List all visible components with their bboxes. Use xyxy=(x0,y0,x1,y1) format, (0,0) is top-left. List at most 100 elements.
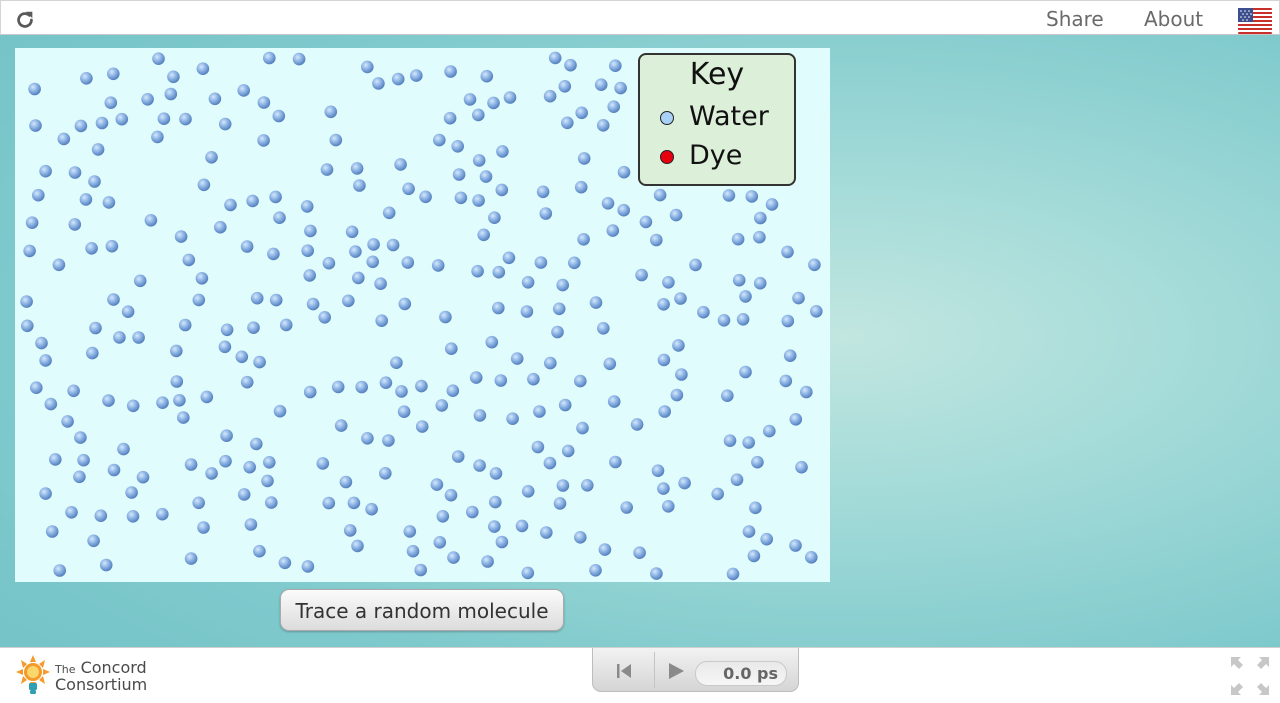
water-molecule[interactable] xyxy=(303,269,317,282)
water-molecule[interactable] xyxy=(589,564,602,577)
water-molecule[interactable] xyxy=(606,224,620,237)
water-molecule[interactable] xyxy=(214,220,227,234)
water-molecule[interactable] xyxy=(29,119,42,132)
water-molecule[interactable] xyxy=(318,311,332,324)
water-molecule[interactable] xyxy=(132,331,145,344)
water-molecule[interactable] xyxy=(184,552,198,565)
water-molecule[interactable] xyxy=(257,134,270,147)
water-molecule[interactable] xyxy=(220,323,234,337)
water-molecule[interactable] xyxy=(742,525,756,538)
water-molecule[interactable] xyxy=(265,496,278,509)
water-molecule[interactable] xyxy=(577,233,590,246)
water-molecule[interactable] xyxy=(272,109,286,123)
water-molecule[interactable] xyxy=(395,385,408,398)
water-molecule[interactable] xyxy=(102,196,116,209)
water-molecule[interactable] xyxy=(136,470,150,484)
water-molecule[interactable] xyxy=(548,51,562,65)
water-molecule[interactable] xyxy=(521,566,535,580)
water-molecule[interactable] xyxy=(237,488,251,501)
water-molecule[interactable] xyxy=(349,245,362,258)
water-molecule[interactable] xyxy=(561,444,575,458)
water-molecule[interactable] xyxy=(781,245,794,259)
water-molecule[interactable] xyxy=(352,271,365,285)
water-molecule[interactable] xyxy=(574,180,588,194)
water-molecule[interactable] xyxy=(301,244,315,257)
water-molecule[interactable] xyxy=(589,296,603,309)
water-molecule[interactable] xyxy=(521,485,535,498)
water-molecule[interactable] xyxy=(620,501,633,514)
water-molecule[interactable] xyxy=(397,405,411,419)
water-molecule[interactable] xyxy=(446,384,460,398)
water-molecule[interactable] xyxy=(179,112,192,126)
water-molecule[interactable] xyxy=(73,470,86,484)
water-molecule[interactable] xyxy=(496,145,509,158)
water-molecule[interactable] xyxy=(552,302,566,316)
play-icon[interactable] xyxy=(665,660,687,682)
water-molecule[interactable] xyxy=(781,314,795,328)
water-molecule[interactable] xyxy=(444,65,457,78)
water-molecule[interactable] xyxy=(662,276,675,289)
water-molecule[interactable] xyxy=(753,230,766,244)
water-molecule[interactable] xyxy=(156,396,169,410)
water-molecule[interactable] xyxy=(533,405,546,418)
water-molecule[interactable] xyxy=(91,143,105,156)
water-molecule[interactable] xyxy=(510,352,524,365)
water-molecule[interactable] xyxy=(343,524,357,537)
water-molecule[interactable] xyxy=(306,297,320,311)
water-molecule[interactable] xyxy=(747,549,761,563)
water-molecule[interactable] xyxy=(739,290,752,303)
water-molecule[interactable] xyxy=(192,496,205,510)
water-molecule[interactable] xyxy=(779,374,793,388)
water-molecule[interactable] xyxy=(576,421,589,435)
water-molecule[interactable] xyxy=(331,380,345,394)
water-molecule[interactable] xyxy=(195,272,209,285)
water-molecule[interactable] xyxy=(292,52,306,66)
water-molecule[interactable] xyxy=(196,62,210,75)
water-molecule[interactable] xyxy=(403,525,417,538)
water-molecule[interactable] xyxy=(320,163,334,176)
water-molecule[interactable] xyxy=(488,211,501,224)
water-molecule[interactable] xyxy=(531,440,545,454)
water-molecule[interactable] xyxy=(144,214,158,227)
water-molecule[interactable] xyxy=(39,164,52,178)
water-molecule[interactable] xyxy=(674,292,687,305)
water-molecule[interactable] xyxy=(745,190,759,203)
water-molecule[interactable] xyxy=(273,404,287,418)
water-molecule[interactable] xyxy=(107,293,120,306)
water-molecule[interactable] xyxy=(329,133,343,147)
water-molecule[interactable] xyxy=(723,434,737,448)
water-molecule[interactable] xyxy=(657,298,670,311)
water-molecule[interactable] xyxy=(551,325,564,339)
water-molecule[interactable] xyxy=(575,106,588,120)
water-molecule[interactable] xyxy=(156,507,169,521)
water-molecule[interactable] xyxy=(808,258,821,272)
water-molecule[interactable] xyxy=(488,520,501,533)
water-molecule[interactable] xyxy=(731,232,745,246)
water-molecule[interactable] xyxy=(157,112,171,125)
water-molecule[interactable] xyxy=(760,532,773,546)
water-molecule[interactable] xyxy=(243,460,256,474)
water-molecule[interactable] xyxy=(415,420,429,433)
water-molecule[interactable] xyxy=(304,224,317,238)
water-molecule[interactable] xyxy=(39,487,52,500)
water-molecule[interactable] xyxy=(237,84,250,97)
water-molecule[interactable] xyxy=(177,411,190,424)
water-molecule[interactable] xyxy=(736,313,750,326)
water-molecule[interactable] xyxy=(107,463,121,477)
water-molecule[interactable] xyxy=(240,375,254,389)
water-molecule[interactable] xyxy=(485,335,499,349)
water-molecule[interactable] xyxy=(121,305,135,319)
water-molecule[interactable] xyxy=(675,368,688,381)
water-molecule[interactable] xyxy=(74,119,88,133)
water-molecule[interactable] xyxy=(32,188,45,202)
water-molecule[interactable] xyxy=(445,342,458,356)
about-link[interactable]: About xyxy=(1144,7,1203,31)
water-molecule[interactable] xyxy=(433,536,447,549)
water-molecule[interactable] xyxy=(481,555,494,568)
water-molecule[interactable] xyxy=(113,331,126,344)
water-molecule[interactable] xyxy=(540,526,553,539)
water-molecule[interactable] xyxy=(117,442,130,456)
water-molecule[interactable] xyxy=(534,256,548,269)
water-molecule[interactable] xyxy=(269,190,282,204)
water-molecule[interactable] xyxy=(244,518,258,531)
